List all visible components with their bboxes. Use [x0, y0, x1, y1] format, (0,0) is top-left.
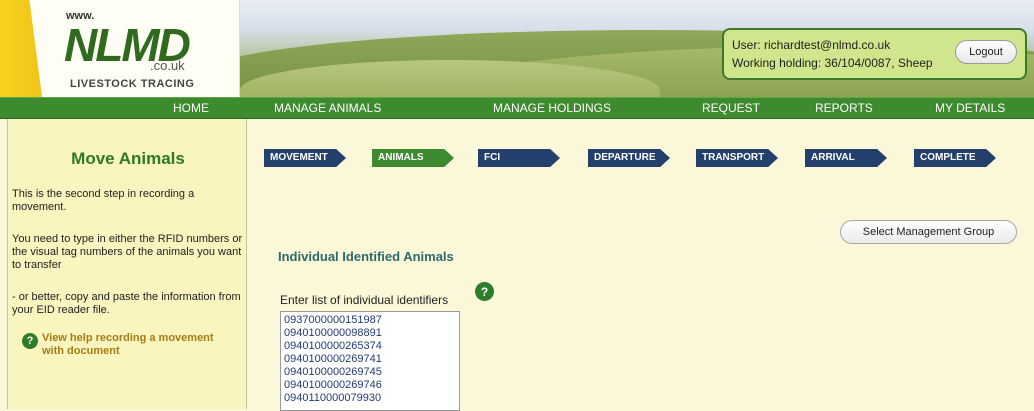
help-recording-link[interactable]: View help recording a movement with docu…: [42, 332, 232, 358]
header-banner: www. NLMD .co.uk LIVESTOCK TRACING User:…: [0, 0, 1034, 97]
identifier-line: 0940100000265374: [284, 340, 382, 352]
nav-manage-animals[interactable]: MANAGE ANIMALS: [274, 101, 381, 115]
step-animals[interactable]: ANIMALS: [372, 149, 454, 167]
step-movement[interactable]: MOVEMENT: [264, 149, 346, 167]
identifiers-label: Enter list of individual identifiers: [280, 293, 449, 307]
identifier-line: 0937000000151987: [284, 314, 382, 326]
main-nav: HOME MANAGE ANIMALS MANAGE HOLDINGS REQU…: [0, 97, 1034, 119]
sidebar-title: Move Animals: [71, 149, 185, 168]
user-info-box: User: richardtest@nlmd.co.uk Working hol…: [722, 28, 1027, 80]
identifier-line: 0940100000269745: [284, 366, 382, 378]
identifier-line: 0940100000269741: [284, 353, 382, 365]
step-transport[interactable]: TRANSPORT: [696, 149, 778, 167]
logo-tagline: LIVESTOCK TRACING: [70, 78, 195, 90]
nav-reports[interactable]: REPORTS: [815, 101, 873, 115]
section-title: Individual Identified Animals: [278, 249, 454, 264]
sidebar-instructions: You need to type in either the RFID numb…: [12, 233, 243, 271]
identifier-line: 0940110000079930: [284, 392, 382, 404]
step-departure[interactable]: DEPARTURE: [588, 149, 670, 167]
logout-button[interactable]: Logout: [955, 40, 1017, 64]
sidebar: Move Animals This is the second step in …: [7, 119, 247, 409]
nav-my-details[interactable]: MY DETAILS: [935, 101, 1005, 115]
current-user: User: richardtest@nlmd.co.uk: [732, 38, 891, 52]
nav-home[interactable]: HOME: [173, 101, 209, 115]
logo-suffix: .co.uk: [150, 58, 185, 73]
step-arrival[interactable]: ARRIVAL: [805, 149, 887, 167]
identifiers-textarea[interactable]: 0937000000151987 0940100000098891 094010…: [280, 311, 460, 411]
working-holding: Working holding: 36/104/0087, Sheep: [732, 56, 933, 70]
nav-request[interactable]: REQUEST: [702, 101, 760, 115]
sidebar-tip: - or better, copy and paste the informat…: [12, 291, 241, 316]
help-icon[interactable]: ?: [475, 282, 494, 301]
step-complete[interactable]: COMPLETE: [914, 149, 996, 167]
main-content: MOVEMENT ANIMALS FCI DEPARTURE TRANSPORT…: [248, 119, 1034, 411]
select-management-group-button[interactable]: Select Management Group: [840, 220, 1017, 244]
sidebar-intro: This is the second step in recording a m…: [12, 188, 195, 213]
help-icon[interactable]: ?: [22, 333, 38, 349]
identifier-line: 0940100000098891: [284, 327, 382, 339]
site-logo[interactable]: www. NLMD .co.uk LIVESTOCK TRACING: [0, 0, 240, 97]
step-fci[interactable]: FCI: [478, 149, 560, 167]
identifier-line: 0940100000269746: [284, 379, 382, 391]
nav-manage-holdings[interactable]: MANAGE HOLDINGS: [493, 101, 611, 115]
